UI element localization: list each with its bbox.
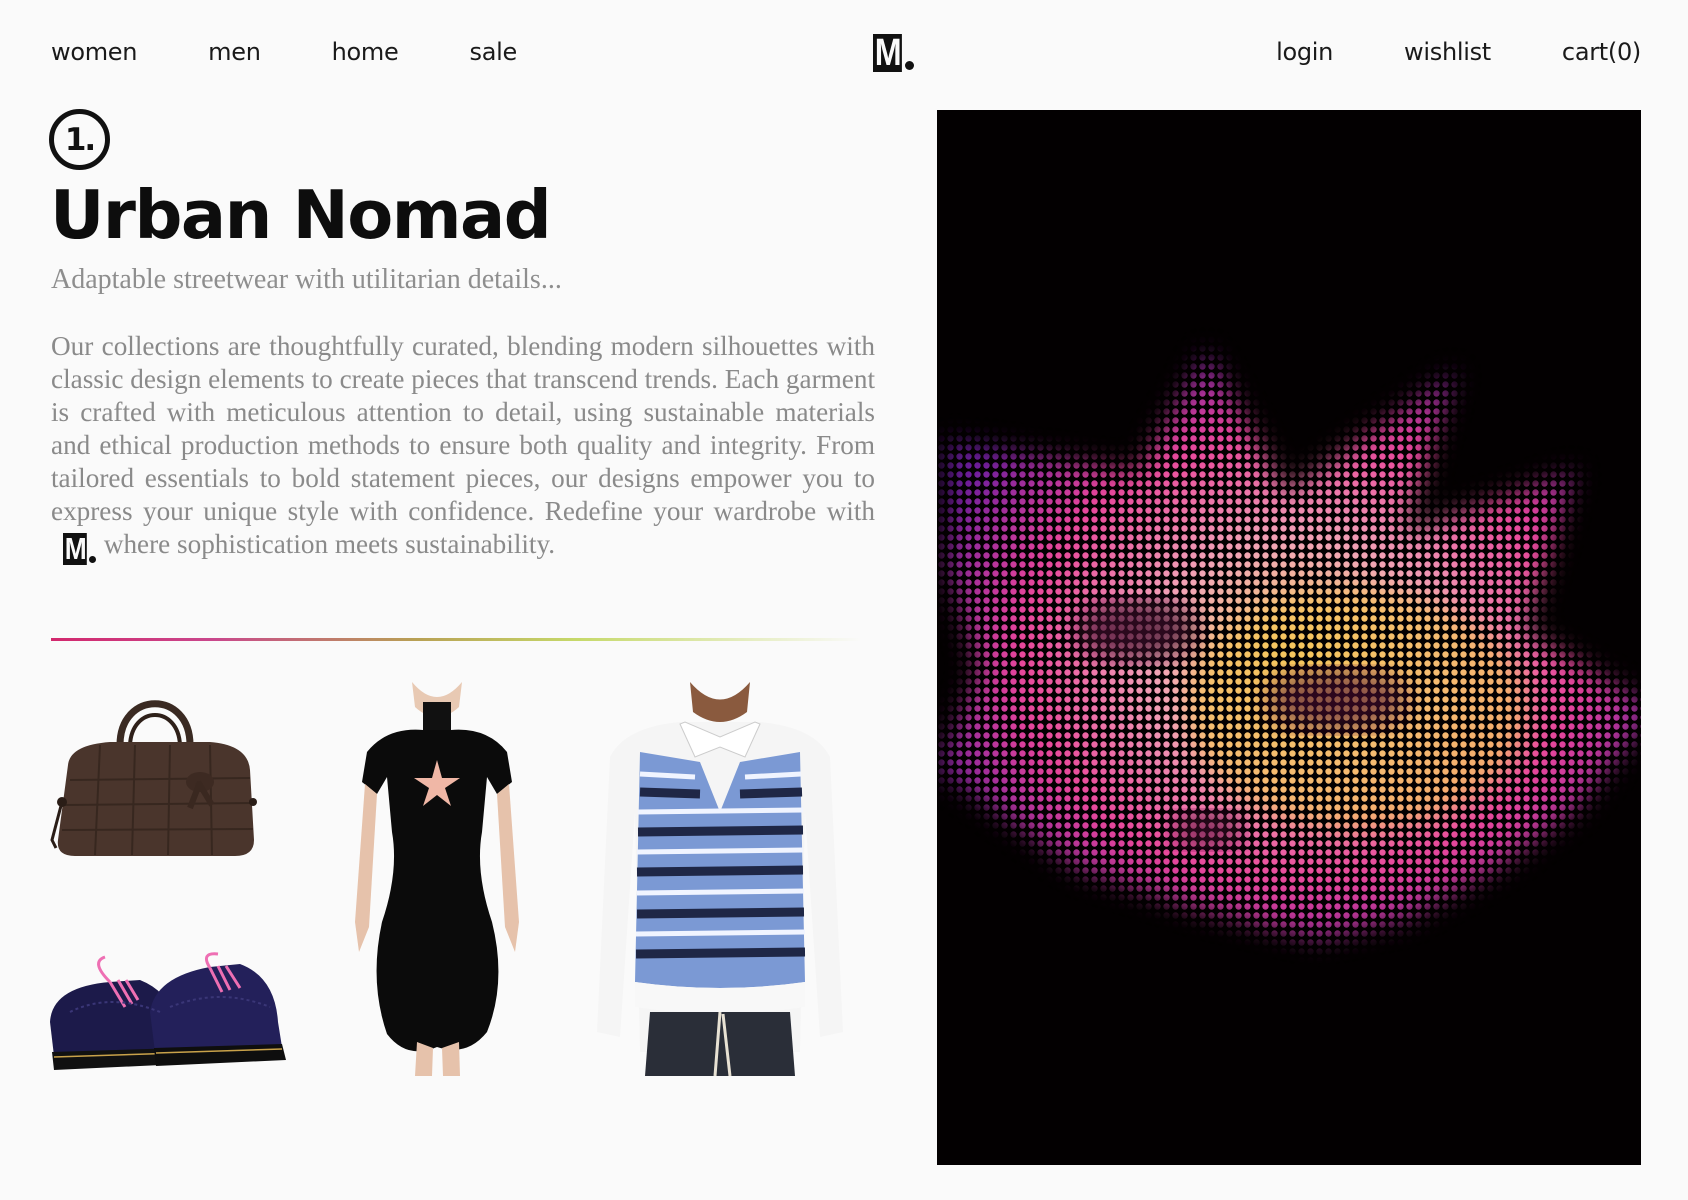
product-vest[interactable] xyxy=(595,682,845,1076)
collection-number-badge: 1. xyxy=(49,109,110,170)
nav-link-women[interactable]: women xyxy=(51,38,137,66)
vest-image xyxy=(597,682,843,1076)
nav-right: login wishlist cart(0) xyxy=(1205,38,1641,66)
gradient-divider xyxy=(51,638,861,641)
description-text-end: where sophistication meets sustainabilit… xyxy=(103,529,556,559)
nav-link-cart[interactable]: cart(0) xyxy=(1562,38,1641,66)
handbag-image xyxy=(50,700,257,856)
logo-dot xyxy=(904,61,914,70)
nav-left: women men home sale xyxy=(51,38,588,66)
brand-logo[interactable]: M xyxy=(873,34,914,72)
logo-mark: M xyxy=(873,34,914,72)
dress-image xyxy=(355,682,519,1076)
halftone-flower-graphic xyxy=(937,110,1641,1165)
inline-logo-dot xyxy=(88,556,96,563)
description-text-start: Our collections are thoughtfully curated… xyxy=(51,331,875,526)
product-shoes[interactable] xyxy=(50,952,290,1077)
logo-letter: M xyxy=(873,32,902,74)
top-nav: women men home sale M login wishlist car… xyxy=(0,0,1688,112)
inline-brand-logo: M xyxy=(63,533,96,565)
hero-image xyxy=(937,110,1641,1165)
collection-title: Urban Nomad xyxy=(50,176,552,254)
product-handbag[interactable] xyxy=(50,690,260,865)
nav-link-men[interactable]: men xyxy=(208,38,261,66)
product-dress[interactable] xyxy=(347,682,527,1076)
nav-link-login[interactable]: login xyxy=(1276,38,1333,66)
shoes-image xyxy=(50,952,286,1070)
collection-subtitle: Adaptable streetwear with utilitarian de… xyxy=(51,264,562,295)
nav-link-home[interactable]: home xyxy=(332,38,399,66)
collection-description: Our collections are thoughtfully curated… xyxy=(51,330,875,565)
inline-logo-letter: M xyxy=(63,531,87,566)
nav-link-wishlist[interactable]: wishlist xyxy=(1404,38,1491,66)
nav-link-sale[interactable]: sale xyxy=(469,38,517,66)
